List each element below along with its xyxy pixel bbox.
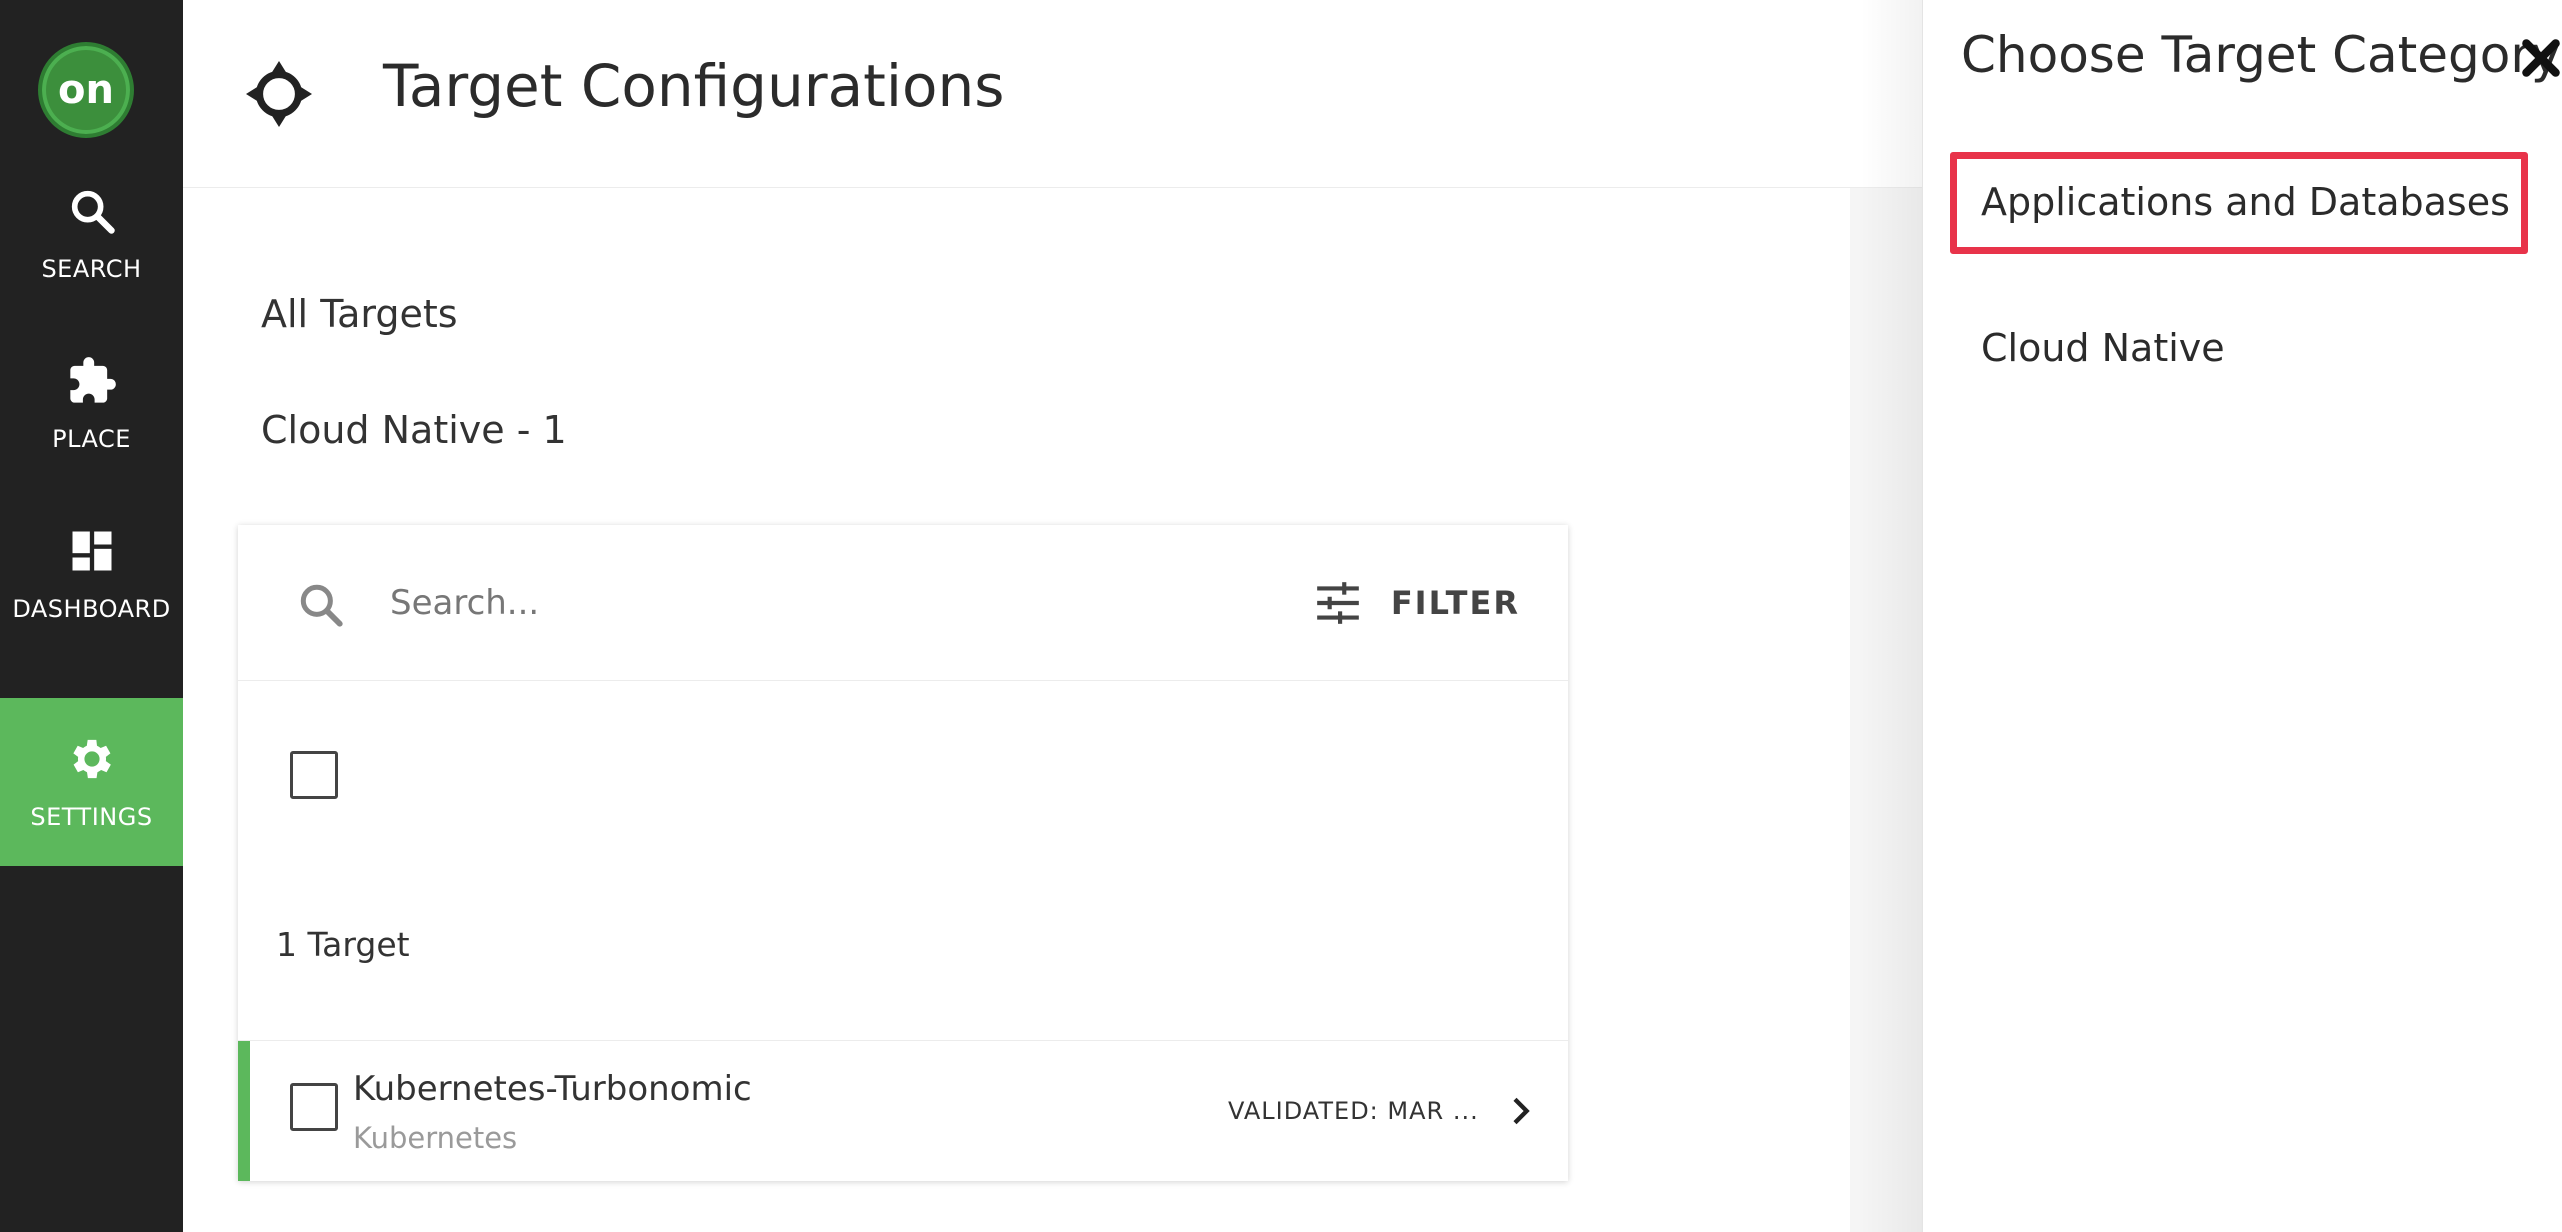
category-applications-and-databases[interactable]: Applications and Databases — [1981, 180, 2510, 224]
left-nav: on SEARCH PLACE DASHBOARD SETTINGS — [0, 0, 183, 1232]
nav-label-settings: SETTINGS — [30, 803, 153, 831]
select-all-checkbox[interactable] — [290, 751, 338, 799]
nav-label-dashboard: DASHBOARD — [12, 595, 171, 623]
choose-target-category-panel: Choose Target Category Applications and … — [1922, 0, 2562, 1232]
cloud-native-category-link[interactable]: Cloud Native - 1 — [261, 408, 567, 452]
dashboard-icon — [72, 531, 111, 571]
target-name: Kubernetes-Turbonomic — [353, 1069, 752, 1109]
filter-label: FILTER — [1390, 584, 1520, 622]
category-cloud-native[interactable]: Cloud Native — [1981, 326, 2225, 370]
nav-item-place[interactable]: PLACE — [0, 320, 183, 488]
nav-label-search: SEARCH — [41, 255, 142, 283]
nav-label-place: PLACE — [52, 425, 131, 453]
chevron-right-icon[interactable] — [1500, 1091, 1540, 1131]
logo[interactable]: on — [38, 42, 134, 138]
logo-text: on — [58, 67, 114, 113]
page-title: Target Configurations — [383, 52, 1005, 120]
page-header: Target Configurations — [183, 0, 1923, 188]
validation-status: VALIDATED: MAR ... — [1228, 1097, 1479, 1125]
nav-item-dashboard[interactable]: DASHBOARD — [0, 490, 183, 658]
gear-icon — [72, 739, 111, 779]
row-checkbox[interactable] — [290, 1083, 338, 1131]
nav-item-settings[interactable]: SETTINGS — [0, 698, 183, 866]
target-type: Kubernetes — [353, 1121, 518, 1155]
search-bar: FILTER — [238, 525, 1568, 681]
sliders-icon — [1316, 582, 1359, 624]
all-targets-link[interactable]: All Targets — [261, 292, 458, 336]
target-count: 1 Target — [276, 925, 410, 964]
search-icon — [300, 584, 343, 627]
search-input[interactable] — [388, 569, 988, 637]
filter-button[interactable]: FILTER — [1313, 569, 1520, 637]
panel-title: Choose Target Category — [1961, 26, 2561, 84]
table-row[interactable]: Kubernetes-Turbonomic Kubernetes VALIDAT… — [238, 1040, 1568, 1181]
close-icon[interactable] — [2519, 36, 2562, 80]
puzzle-icon — [69, 357, 116, 403]
row-status-accent — [238, 1041, 250, 1181]
crosshair-icon — [246, 61, 312, 127]
target-list-card: FILTER 1 Target Kubernetes-Turbonomic Ku… — [238, 525, 1568, 1181]
nav-item-search[interactable]: SEARCH — [0, 150, 183, 318]
panel-shadow — [1860, 0, 1930, 1232]
search-icon — [71, 190, 115, 234]
